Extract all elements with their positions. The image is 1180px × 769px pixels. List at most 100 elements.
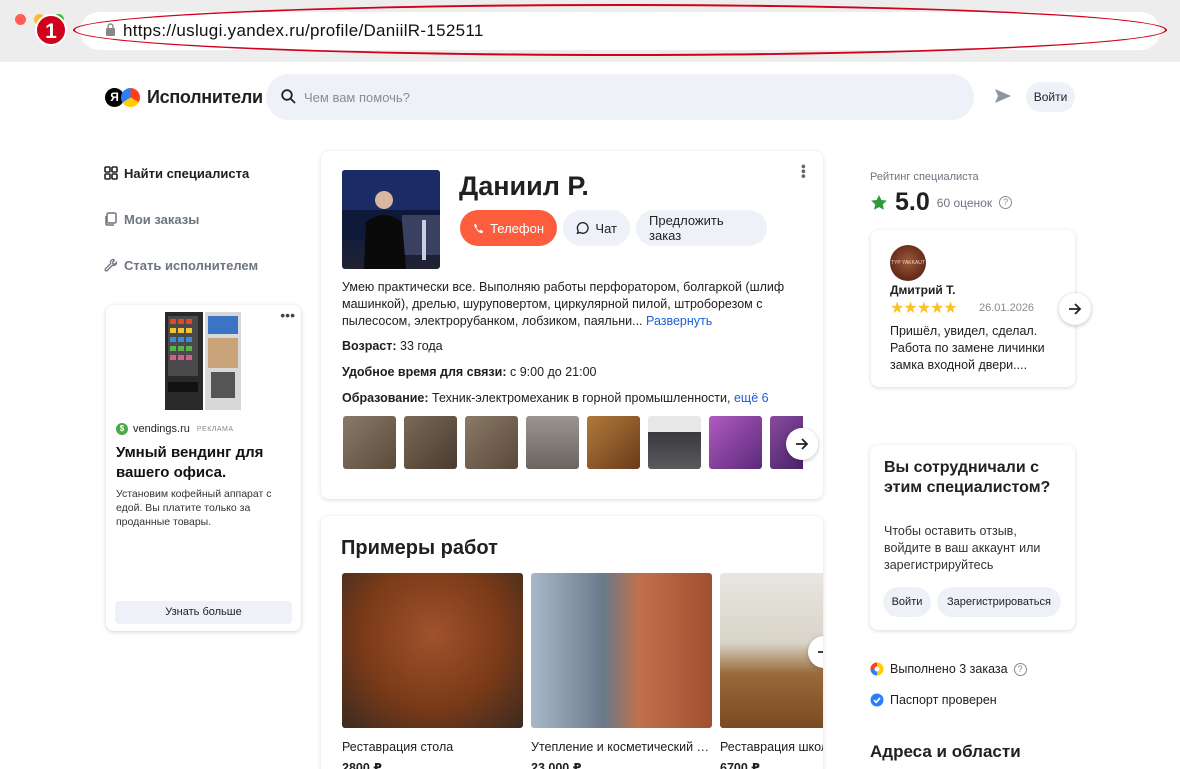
lock-icon: [106, 23, 115, 36]
works-section: Примеры работ Реставрация стола 2800 ₽ У…: [321, 516, 823, 769]
passport-stat: Паспорт проверен: [870, 693, 997, 707]
review-stars: ★★★★★: [890, 300, 958, 317]
ad-learn-more-button[interactable]: Узнать больше: [115, 601, 292, 624]
work-price: 6700 ₽: [720, 761, 760, 769]
addresses-title: Адреса и области: [870, 742, 1021, 761]
help-icon[interactable]: ?: [1013, 662, 1027, 676]
star-icon: [871, 194, 887, 210]
offer-order-button[interactable]: Предложить заказ: [636, 210, 767, 246]
chat-button-label: Чат: [595, 220, 617, 236]
search-icon: [281, 89, 296, 104]
url-text[interactable]: https://uslugi.yandex.ru/profile/DaniilR…: [123, 21, 484, 41]
rating-block: Рейтинг специалиста 5.0 60 оценок ?: [870, 171, 1013, 217]
age-row: Возраст: 33 года: [342, 339, 443, 353]
annotation-badge: 1: [35, 14, 67, 46]
work-image[interactable]: [531, 573, 712, 728]
education-label: Образование:: [342, 391, 429, 405]
more-options-icon[interactable]: •••: [280, 307, 295, 323]
work-price: 2800 ₽: [342, 761, 382, 769]
logo[interactable]: Я Исполнители: [105, 87, 263, 108]
profile-avatar[interactable]: [342, 170, 440, 269]
photo-thumbnail[interactable]: [648, 416, 701, 469]
contact-time-value: с 9:00 до 21:00: [509, 365, 597, 379]
grid-icon: [104, 166, 118, 180]
action-buttons: Телефон Чат Предложить заказ: [460, 210, 767, 246]
sidebar-item-become-performer[interactable]: Стать исполнителем: [104, 256, 258, 274]
review-text: Пришёл, увидел, сделал. Работа по замене…: [890, 324, 1045, 372]
page-content: Я Исполнители Войти Найти специалиста Мо…: [0, 62, 1180, 769]
work-item[interactable]: Реставрация школьной мебели 6700 ₽: [720, 573, 823, 769]
ad-tag: РЕКЛАМА: [196, 425, 234, 433]
cooperation-title: Вы сотрудничали с этим специалистом?: [884, 459, 1051, 496]
source-logo-icon: $: [116, 423, 128, 435]
photo-thumbnails: [343, 416, 803, 469]
rating-row: 5.0 60 оценок ?: [870, 188, 1013, 217]
cooperation-card: Вы сотрудничали с этим специалистом? Что…: [870, 445, 1075, 630]
orders-done-text: Выполнено 3 заказа: [890, 662, 1008, 676]
cooperation-description: Чтобы оставить отзыв, войдите в ваш акка…: [884, 524, 1041, 572]
phone-button[interactable]: Телефон: [460, 210, 557, 246]
expand-link[interactable]: Развернуть: [646, 314, 712, 328]
rating-value: 5.0: [895, 188, 930, 216]
photo-thumbnail[interactable]: [404, 416, 457, 469]
review-card[interactable]: TYP YAKKAUT Дмитрий Т. ★★★★★ 26.01.2026 …: [871, 230, 1075, 387]
sidebar-item-find-specialist[interactable]: Найти специалиста: [104, 164, 258, 182]
age-label: Возраст:: [342, 339, 397, 353]
vending-machine-image: [165, 312, 241, 410]
photo-thumbnail[interactable]: [709, 416, 762, 469]
contact-time-row: Удобное время для связи: с 9:00 до 21:00: [342, 365, 597, 379]
search-bar[interactable]: [266, 74, 974, 120]
photo-thumbnail[interactable]: [587, 416, 640, 469]
work-item[interactable]: Реставрация стола 2800 ₽: [342, 573, 523, 769]
ad-description: Установим кофейный аппарат с едой. Вы пл…: [116, 488, 272, 528]
profile-name: Даниил Р.: [459, 171, 589, 201]
work-label: Реставрация школьной мебели: [720, 740, 823, 754]
sidebar-item-my-orders[interactable]: Мои заказы: [104, 210, 258, 228]
rating-count[interactable]: 60 оценок: [937, 196, 992, 210]
education-more-link[interactable]: ещё 6: [734, 391, 769, 405]
photo-thumbnail[interactable]: [465, 416, 518, 469]
education-row: Образование: Техник-электромеханик в гор…: [342, 391, 769, 405]
education-value: Техник-электромеханик в горной промышлен…: [432, 391, 731, 405]
rating-label: Рейтинг специалиста: [870, 171, 979, 183]
logo-text: Исполнители: [147, 87, 263, 107]
address-bar[interactable]: https://uslugi.yandex.ru/profile/DaniilR…: [80, 12, 1160, 50]
profile-card: ••• Даниил Р. Телефон Чат Предложить зак…: [321, 151, 823, 499]
phone-button-label: Телефон: [490, 220, 544, 236]
photo-thumbnail[interactable]: [343, 416, 396, 469]
login-button[interactable]: Войти: [1026, 82, 1075, 112]
contact-time-label: Удобное время для связи:: [342, 365, 507, 379]
arrow-right-icon: [796, 438, 809, 450]
orders-done-stat: Выполнено 3 заказа ?: [870, 662, 1027, 676]
verified-check-icon: [870, 693, 884, 707]
send-icon[interactable]: [994, 88, 1012, 104]
profile-description: Умею практически все. Выполняю работы пе…: [342, 279, 802, 330]
thumbnails-next-button[interactable]: [786, 428, 818, 460]
work-image[interactable]: [342, 573, 523, 728]
ad-card[interactable]: ••• $ vendings.ru РЕКЛАМА Умный вендинг …: [106, 305, 301, 631]
chat-button[interactable]: Чат: [563, 210, 630, 246]
more-options-icon[interactable]: •••: [796, 164, 812, 179]
reviews-next-button[interactable]: [1059, 293, 1091, 325]
arrow-right-icon: [818, 651, 823, 653]
works-grid: Реставрация стола 2800 ₽ Утепление и кос…: [342, 573, 823, 769]
search-input[interactable]: [304, 74, 944, 120]
review-date: 26.01.2026: [979, 302, 1035, 314]
help-icon[interactable]: ?: [999, 196, 1013, 209]
orders-icon: [105, 212, 117, 226]
browser-toolbar: https://uslugi.yandex.ru/profile/DaniilR…: [0, 0, 1180, 62]
work-item[interactable]: Утепление и косметический ремонт 23 000 …: [531, 573, 712, 769]
ad-source[interactable]: $ vendings.ru РЕКЛАМА: [116, 423, 234, 435]
sidebar-nav: Найти специалиста Мои заказы Стать испол…: [104, 164, 258, 302]
register-button[interactable]: Зарегистрироваться: [937, 587, 1061, 617]
sidebar-item-label: Мои заказы: [124, 211, 200, 227]
cooperation-login-button[interactable]: Войти: [883, 587, 931, 617]
work-price: 23 000 ₽: [531, 761, 582, 769]
close-window-button[interactable]: [15, 14, 26, 25]
work-label: Реставрация стола: [342, 740, 454, 754]
photo-thumbnail[interactable]: [526, 416, 579, 469]
person-photo: [342, 170, 440, 269]
reviewer-avatar: TYP YAKKAUT: [890, 245, 926, 281]
wrench-icon: [104, 258, 118, 272]
cooperation-buttons: Войти Зарегистрироваться: [883, 587, 1061, 617]
